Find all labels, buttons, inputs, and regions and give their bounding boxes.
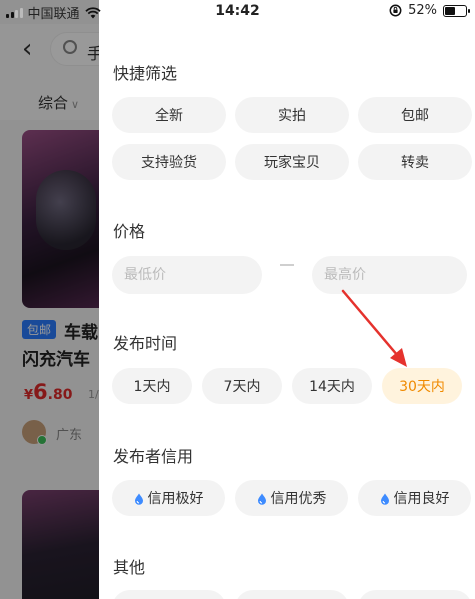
chip-resale[interactable]: 转卖 <box>358 144 472 180</box>
chip-player-item[interactable]: 玩家宝贝 <box>235 144 349 180</box>
chip-credit-great[interactable]: 信用优秀 <box>235 480 348 516</box>
chip-label: 信用优秀 <box>270 491 327 507</box>
water-drop-icon <box>380 493 390 505</box>
price-title: 价格 <box>113 222 146 241</box>
other-title: 其他 <box>113 558 146 577</box>
chip-inspection[interactable]: 支持验货 <box>112 144 226 180</box>
water-drop-icon <box>134 493 144 505</box>
chip-real-photo[interactable]: 实拍 <box>235 97 349 133</box>
battery-percent: 52% <box>408 3 437 18</box>
chip-14-days[interactable]: 14天内 <box>292 368 372 404</box>
status-right: 52% <box>389 3 470 18</box>
max-price-input[interactable] <box>312 256 467 294</box>
chip-other-3[interactable] <box>358 590 472 599</box>
publish-time-title: 发布时间 <box>113 334 178 353</box>
chip-credit-excellent[interactable]: 信用极好 <box>112 480 225 516</box>
seller-credit-title: 发布者信用 <box>113 447 194 466</box>
chip-other-2[interactable] <box>235 590 349 599</box>
battery-level <box>445 6 456 15</box>
chip-1-day[interactable]: 1天内 <box>112 368 192 404</box>
chip-credit-good[interactable]: 信用良好 <box>358 480 471 516</box>
chip-30-days[interactable]: 30天内 <box>382 368 462 404</box>
min-price-input[interactable] <box>112 256 262 294</box>
filter-drawer: 快捷筛选 全新 实拍 包邮 支持验货 玩家宝贝 转卖 价格 发布时间 1天内 7… <box>99 0 475 599</box>
chip-7-days[interactable]: 7天内 <box>202 368 282 404</box>
battery-icon <box>443 4 470 17</box>
chip-label: 信用良好 <box>393 491 450 507</box>
chip-brand-new[interactable]: 全新 <box>112 97 226 133</box>
price-range-dash <box>280 264 294 266</box>
water-drop-icon <box>257 493 267 505</box>
chip-other-1[interactable] <box>112 590 226 599</box>
chip-label: 信用极好 <box>147 491 204 507</box>
status-bar: 中国联通 14:42 52% <box>0 0 475 24</box>
quick-filter-title: 快捷筛选 <box>113 64 178 83</box>
chip-free-shipping[interactable]: 包邮 <box>358 97 472 133</box>
orientation-lock-icon <box>389 4 402 17</box>
